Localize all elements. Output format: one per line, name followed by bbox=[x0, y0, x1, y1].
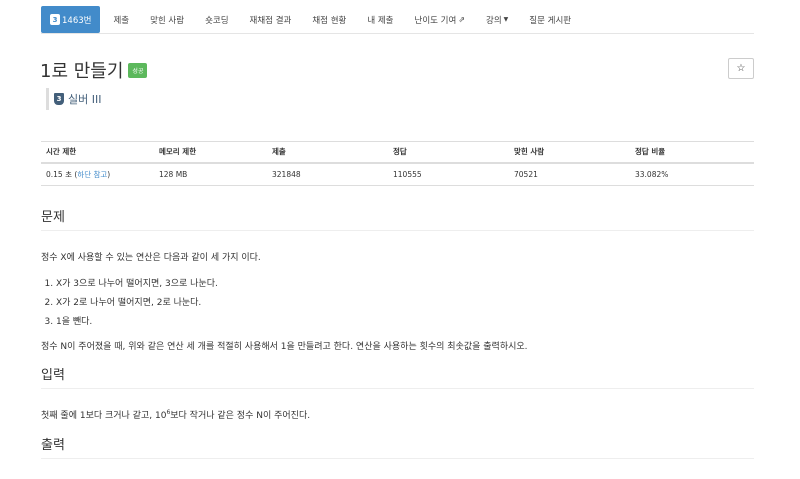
header-accepted: 정답 bbox=[388, 141, 509, 164]
cell-submissions: 321848 bbox=[267, 162, 388, 186]
cell-memory-limit: 128 MB bbox=[154, 162, 267, 186]
page-title: 1로 만들기 bbox=[40, 61, 124, 82]
external-link-icon: ⇗ bbox=[458, 15, 466, 24]
tier-icon: 3 bbox=[54, 93, 64, 105]
problem-info-table: 시간 제한 메모리 제한 제출 정답 맞힌 사람 정답 비율 0.15 초 (하… bbox=[41, 141, 754, 186]
input-text: 첫째 줄에 1보다 크거나 같고, 106보다 작거나 같은 정수 N이 주어진… bbox=[41, 408, 754, 421]
tab-difficulty-label: 난이도 기여 bbox=[414, 15, 457, 26]
input-text-b: 보다 작거나 같은 정수 N이 주어진다. bbox=[170, 411, 311, 421]
tab-difficulty[interactable]: 난이도 기여 ⇗ bbox=[407, 6, 474, 33]
list-item: X가 2로 나누어 떨어지면, 2로 나눈다. bbox=[56, 295, 754, 314]
list-item: 1을 뺀다. bbox=[56, 314, 754, 333]
tab-rejudge[interactable]: 재채점 결과 bbox=[242, 6, 300, 33]
description-outro: 정수 N이 주어졌을 때, 위와 같은 연산 세 개를 적절히 사용해서 1을 … bbox=[41, 342, 528, 352]
cell-accepted: 110555 bbox=[388, 162, 509, 186]
table-header-row: 시간 제한 메모리 제한 제출 정답 맞힌 사람 정답 비율 bbox=[41, 141, 754, 164]
time-limit-close: ) bbox=[107, 169, 111, 179]
table-row: 0.15 초 (하단 참고) 128 MB 321848 110555 7052… bbox=[41, 162, 754, 186]
header-time-limit: 시간 제한 bbox=[41, 141, 154, 164]
time-note-link[interactable]: 하단 참고 bbox=[77, 170, 107, 179]
description-heading: 문제 bbox=[41, 206, 754, 231]
cell-time-limit: 0.15 초 (하단 참고) bbox=[41, 162, 154, 186]
tab-problem-label: 1463번 bbox=[62, 15, 92, 26]
time-limit-value: 0.15 초 ( bbox=[46, 169, 78, 179]
problem-tabs: 3 1463번 제출 맞힌 사람 숏코딩 재채점 결과 채점 현황 내 제출 난… bbox=[41, 6, 584, 33]
header-solvers: 맞힌 사람 bbox=[509, 141, 630, 164]
star-icon: ☆ bbox=[736, 63, 746, 74]
tabs-divider bbox=[41, 33, 754, 34]
caret-down-icon: ▼ bbox=[503, 16, 509, 23]
tab-lectures[interactable]: 강의 ▼ bbox=[478, 6, 516, 33]
tab-submit[interactable]: 제출 bbox=[105, 6, 137, 33]
tier-label[interactable]: 실버 III bbox=[68, 91, 101, 107]
description-section: 문제 정수 X에 사용할 수 있는 연산은 다음과 같이 세 가지 이다. X가… bbox=[41, 206, 754, 352]
tier-block: 3 실버 III bbox=[46, 88, 101, 110]
cell-ratio: 33.082% bbox=[630, 162, 754, 186]
description-intro: 정수 X에 사용할 수 있는 연산은 다음과 같이 세 가지 이다. bbox=[41, 253, 261, 263]
tier-badge-icon: 3 bbox=[50, 14, 60, 25]
input-section: 입력 첫째 줄에 1보다 크거나 같고, 106보다 작거나 같은 정수 N이 … bbox=[41, 364, 754, 421]
status-badge: 성공 bbox=[128, 62, 148, 78]
tab-problem[interactable]: 3 1463번 bbox=[41, 6, 101, 33]
input-text-a: 첫째 줄에 1보다 크거나 같고, 10 bbox=[41, 411, 167, 421]
operations-list: X가 3으로 나누어 떨어지면, 3으로 나눈다. X가 2로 나누어 떨어지면… bbox=[41, 276, 754, 333]
output-section: 출력 bbox=[41, 434, 754, 459]
tab-lectures-label: 강의 bbox=[486, 15, 502, 26]
tab-solvers[interactable]: 맞힌 사람 bbox=[142, 6, 192, 33]
tab-my-submissions[interactable]: 내 제출 bbox=[359, 6, 401, 33]
list-item: X가 3으로 나누어 떨어지면, 3으로 나눈다. bbox=[56, 276, 754, 295]
tab-shortcoding[interactable]: 숏코딩 bbox=[197, 6, 236, 33]
title-row: 1로 만들기 성공 bbox=[40, 57, 148, 83]
header-submissions: 제출 bbox=[267, 141, 388, 164]
cell-solvers: 70521 bbox=[509, 162, 630, 186]
tab-status[interactable]: 채점 현황 bbox=[304, 6, 354, 33]
output-heading: 출력 bbox=[41, 434, 754, 459]
tab-board[interactable]: 질문 게시판 bbox=[521, 6, 579, 33]
star-button[interactable]: ☆ bbox=[728, 58, 754, 79]
header-memory-limit: 메모리 제한 bbox=[154, 141, 267, 164]
input-heading: 입력 bbox=[41, 364, 754, 389]
header-ratio: 정답 비율 bbox=[630, 141, 754, 164]
